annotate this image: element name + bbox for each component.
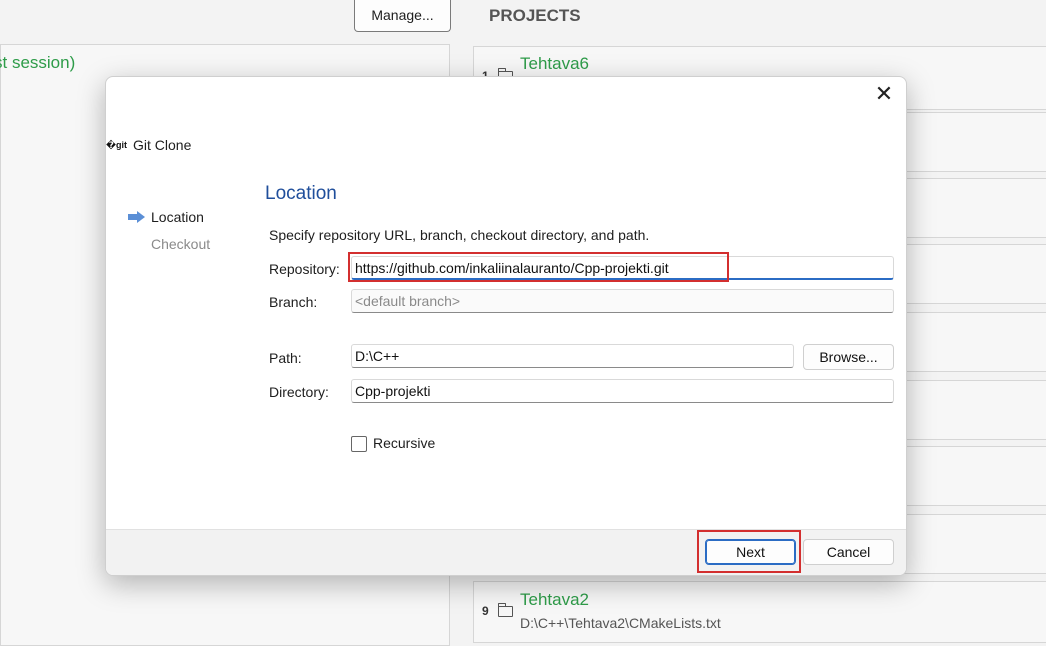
step-label: Checkout: [151, 235, 211, 252]
dialog-footer: Next Cancel: [106, 529, 906, 575]
project-name: Tehtava2: [520, 590, 589, 609]
folder-icon: [497, 603, 513, 617]
wizard-steps: Location Checkout: [128, 203, 210, 257]
git-icon: �git: [106, 139, 128, 150]
directory-input[interactable]: [351, 379, 894, 403]
browse-button[interactable]: Browse...: [803, 344, 894, 370]
branch-label: Branch:: [269, 294, 318, 310]
next-button[interactable]: Next: [705, 539, 796, 565]
recursive-checkbox[interactable]: [351, 436, 367, 452]
path-label: Path:: [269, 350, 302, 366]
repository-input[interactable]: [351, 256, 894, 280]
current-step-arrow-icon: [128, 210, 146, 223]
page-description: Specify repository URL, branch, checkout…: [269, 227, 650, 243]
dialog-title-row: �git Git Clone: [106, 135, 191, 155]
manage-sessions-button[interactable]: Manage...: [354, 0, 451, 32]
recursive-label[interactable]: Recursive: [373, 435, 435, 451]
branch-input[interactable]: [351, 289, 894, 313]
path-input[interactable]: [351, 344, 794, 368]
step-location: Location: [128, 203, 210, 230]
cancel-button[interactable]: Cancel: [803, 539, 894, 565]
page-heading: Location: [265, 183, 337, 204]
dialog-title: Git Clone: [133, 137, 192, 153]
project-name: Tehtava6: [520, 54, 589, 73]
close-icon[interactable]: ✕: [872, 83, 896, 107]
directory-label: Directory:: [269, 384, 329, 400]
projects-heading: PROJECTS: [489, 6, 581, 25]
project-number: 9: [482, 604, 489, 618]
step-checkout: Checkout: [128, 230, 210, 257]
project-path: D:\C++\Tehtava2\CMakeLists.txt: [520, 615, 721, 631]
project-card-tehtava2[interactable]: 9 Tehtava2 D:\C++\Tehtava2\CMakeLists.tx…: [473, 581, 1046, 643]
git-clone-dialog: ✕ �git Git Clone Location Checkout Locat…: [105, 76, 907, 576]
session-item-label[interactable]: st session): [0, 53, 75, 73]
step-label: Location: [151, 208, 204, 225]
repository-label: Repository:: [269, 261, 340, 277]
